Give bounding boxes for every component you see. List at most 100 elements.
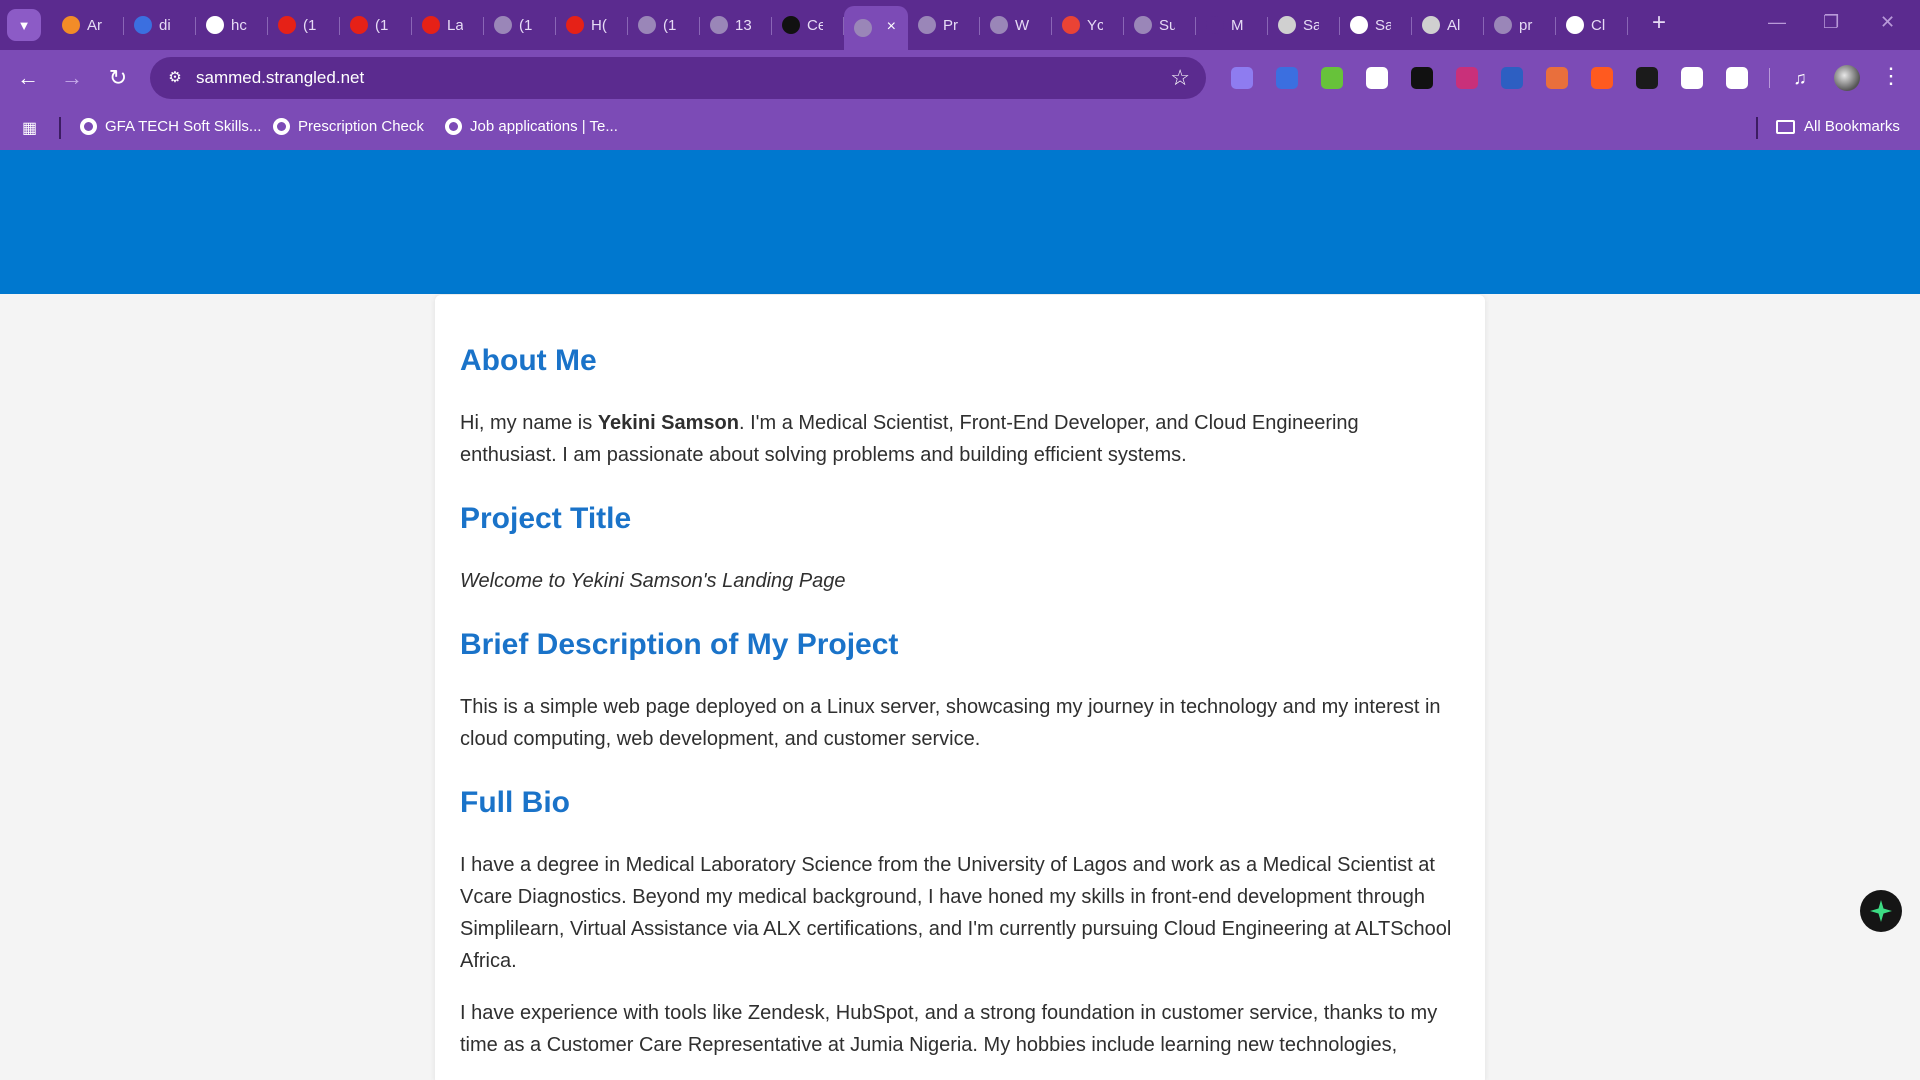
tab-title: pr: [1519, 16, 1533, 34]
media-controls-icon[interactable]: ♫: [1786, 64, 1814, 92]
tab-item[interactable]: (1: [268, 6, 340, 44]
new-tab-button[interactable]: +: [1652, 11, 1666, 35]
extension-icon[interactable]: [1226, 63, 1258, 93]
tab-item[interactable]: M: [1196, 6, 1268, 44]
about-intro: Hi, my name is: [460, 412, 598, 434]
assistant-fab-button[interactable]: [1860, 890, 1902, 932]
tab-item[interactable]: (1: [340, 6, 412, 44]
tab-item[interactable]: 13: [700, 6, 772, 44]
close-tab-icon[interactable]: ×: [887, 18, 896, 36]
description-heading: Brief Description of My Project: [460, 628, 899, 661]
tab-favicon-icon: [782, 16, 800, 34]
extension-icon[interactable]: [1586, 63, 1618, 93]
tab-title: 13: [735, 16, 751, 34]
bookmark-label: Job applications | Te...: [470, 118, 618, 135]
extension-icon[interactable]: [1361, 63, 1393, 93]
tab-title: Ar: [87, 16, 102, 34]
tab-title: (1: [663, 16, 677, 34]
url-text[interactable]: sammed.strangled.net: [196, 68, 364, 88]
close-window-button[interactable]: ✕: [1880, 12, 1895, 33]
tab-favicon-icon: [1350, 16, 1368, 34]
extension-icon[interactable]: [1451, 63, 1483, 93]
tab-item[interactable]: La: [412, 6, 484, 44]
main-content: About Me Hi, my name is Yekini Samson. I…: [460, 343, 1460, 1061]
tab-item[interactable]: Yc: [1052, 6, 1124, 44]
tab-title: Yc: [1087, 16, 1103, 34]
tab-item[interactable]: pr: [1484, 6, 1556, 44]
extension-icon[interactable]: [1676, 63, 1708, 93]
tab-favicon-icon: [1134, 16, 1152, 34]
tab-favicon-icon: [494, 16, 512, 34]
bookmark-job-applications[interactable]: Job applications | Te...: [445, 118, 618, 135]
tab-search-button[interactable]: ▼: [7, 9, 41, 41]
apps-grid-icon[interactable]: ▦: [22, 118, 42, 138]
tab-title: (1: [375, 16, 389, 34]
tab-item[interactable]: Sa: [1268, 6, 1340, 44]
tab-item[interactable]: Cl: [1556, 6, 1628, 44]
extension-icon[interactable]: [1406, 63, 1438, 93]
tab-title: (1: [303, 16, 317, 34]
tab-favicon-icon: [918, 16, 936, 34]
bookmark-label: GFA TECH Soft Skills...: [105, 118, 262, 135]
back-button[interactable]: ←: [14, 64, 42, 92]
bookmark-star-icon[interactable]: ☆: [1170, 65, 1190, 91]
chevron-down-icon: ▼: [17, 17, 31, 33]
bookmarks-divider: [1756, 117, 1758, 139]
tab-title: H(: [591, 16, 607, 34]
globe-icon: [273, 118, 290, 135]
all-bookmarks-button[interactable]: All Bookmarks: [1776, 118, 1900, 135]
extension-icon[interactable]: [1496, 63, 1528, 93]
extension-icon[interactable]: [1271, 63, 1303, 93]
extension-icon[interactable]: [1316, 63, 1348, 93]
extension-icon[interactable]: [1721, 63, 1753, 93]
description-paragraph: This is a simple web page deployed on a …: [460, 696, 1441, 750]
tab-item[interactable]: W: [980, 6, 1052, 44]
site-info-icon[interactable]: ⚙: [164, 67, 186, 89]
tab-title: Sa: [1375, 16, 1391, 34]
bookmark-prescription[interactable]: Prescription Check: [273, 118, 424, 135]
tab-favicon-icon: [134, 16, 152, 34]
bookmark-gfa[interactable]: GFA TECH Soft Skills...: [80, 118, 261, 135]
tab-favicon-icon: [1278, 16, 1296, 34]
tab-title: hc: [231, 16, 247, 34]
tab-favicon-icon: [854, 19, 872, 37]
project-title-heading: Project Title: [460, 502, 632, 535]
minimize-button[interactable]: —: [1768, 12, 1786, 33]
extension-icon[interactable]: [1541, 63, 1573, 93]
tab-item[interactable]: Su: [1124, 6, 1196, 44]
bio-paragraph-1: I have a degree in Medical Laboratory Sc…: [460, 854, 1452, 972]
bio-heading: Full Bio: [460, 786, 570, 819]
extension-icon[interactable]: [1631, 63, 1663, 93]
tab-active[interactable]: ×: [844, 6, 908, 50]
tab-title: di: [159, 16, 171, 34]
tab-favicon-icon: [1566, 16, 1584, 34]
tab-favicon-icon: [206, 16, 224, 34]
reload-button[interactable]: ↻: [104, 64, 132, 92]
bookmarks-bar: ▦ GFA TECH Soft Skills... Prescription C…: [0, 106, 1920, 150]
tab-favicon-icon: [350, 16, 368, 34]
forward-button[interactable]: →: [58, 64, 86, 92]
about-paragraph: Hi, my name is Yekini Samson. I'm a Medi…: [460, 407, 1460, 471]
tab-favicon-icon: [1494, 16, 1512, 34]
tab-item[interactable]: Ar: [52, 6, 124, 44]
tab-title: Al: [1447, 16, 1461, 34]
restore-button[interactable]: ❐: [1823, 12, 1839, 33]
tab-item[interactable]: Al: [1412, 6, 1484, 44]
tab-item[interactable]: H(: [556, 6, 628, 44]
tab-favicon-icon: [710, 16, 728, 34]
tab-favicon-icon: [62, 16, 80, 34]
profile-avatar[interactable]: [1834, 65, 1860, 91]
tab-title: Ce: [807, 16, 823, 34]
globe-icon: [445, 118, 462, 135]
tab-item[interactable]: hc: [196, 6, 268, 44]
tab-item[interactable]: Sa: [1340, 6, 1412, 44]
address-bar[interactable]: ⚙ sammed.strangled.net ☆: [150, 57, 1206, 99]
tab-favicon-icon: [278, 16, 296, 34]
tab-item[interactable]: (1: [628, 6, 700, 44]
tab-item[interactable]: Ce: [772, 6, 844, 44]
tab-title: Su: [1159, 16, 1175, 34]
tab-item[interactable]: di: [124, 6, 196, 44]
tab-item[interactable]: (1: [484, 6, 556, 44]
browser-menu-icon[interactable]: ⋮: [1880, 63, 1902, 89]
tab-item[interactable]: Pr: [908, 6, 980, 44]
